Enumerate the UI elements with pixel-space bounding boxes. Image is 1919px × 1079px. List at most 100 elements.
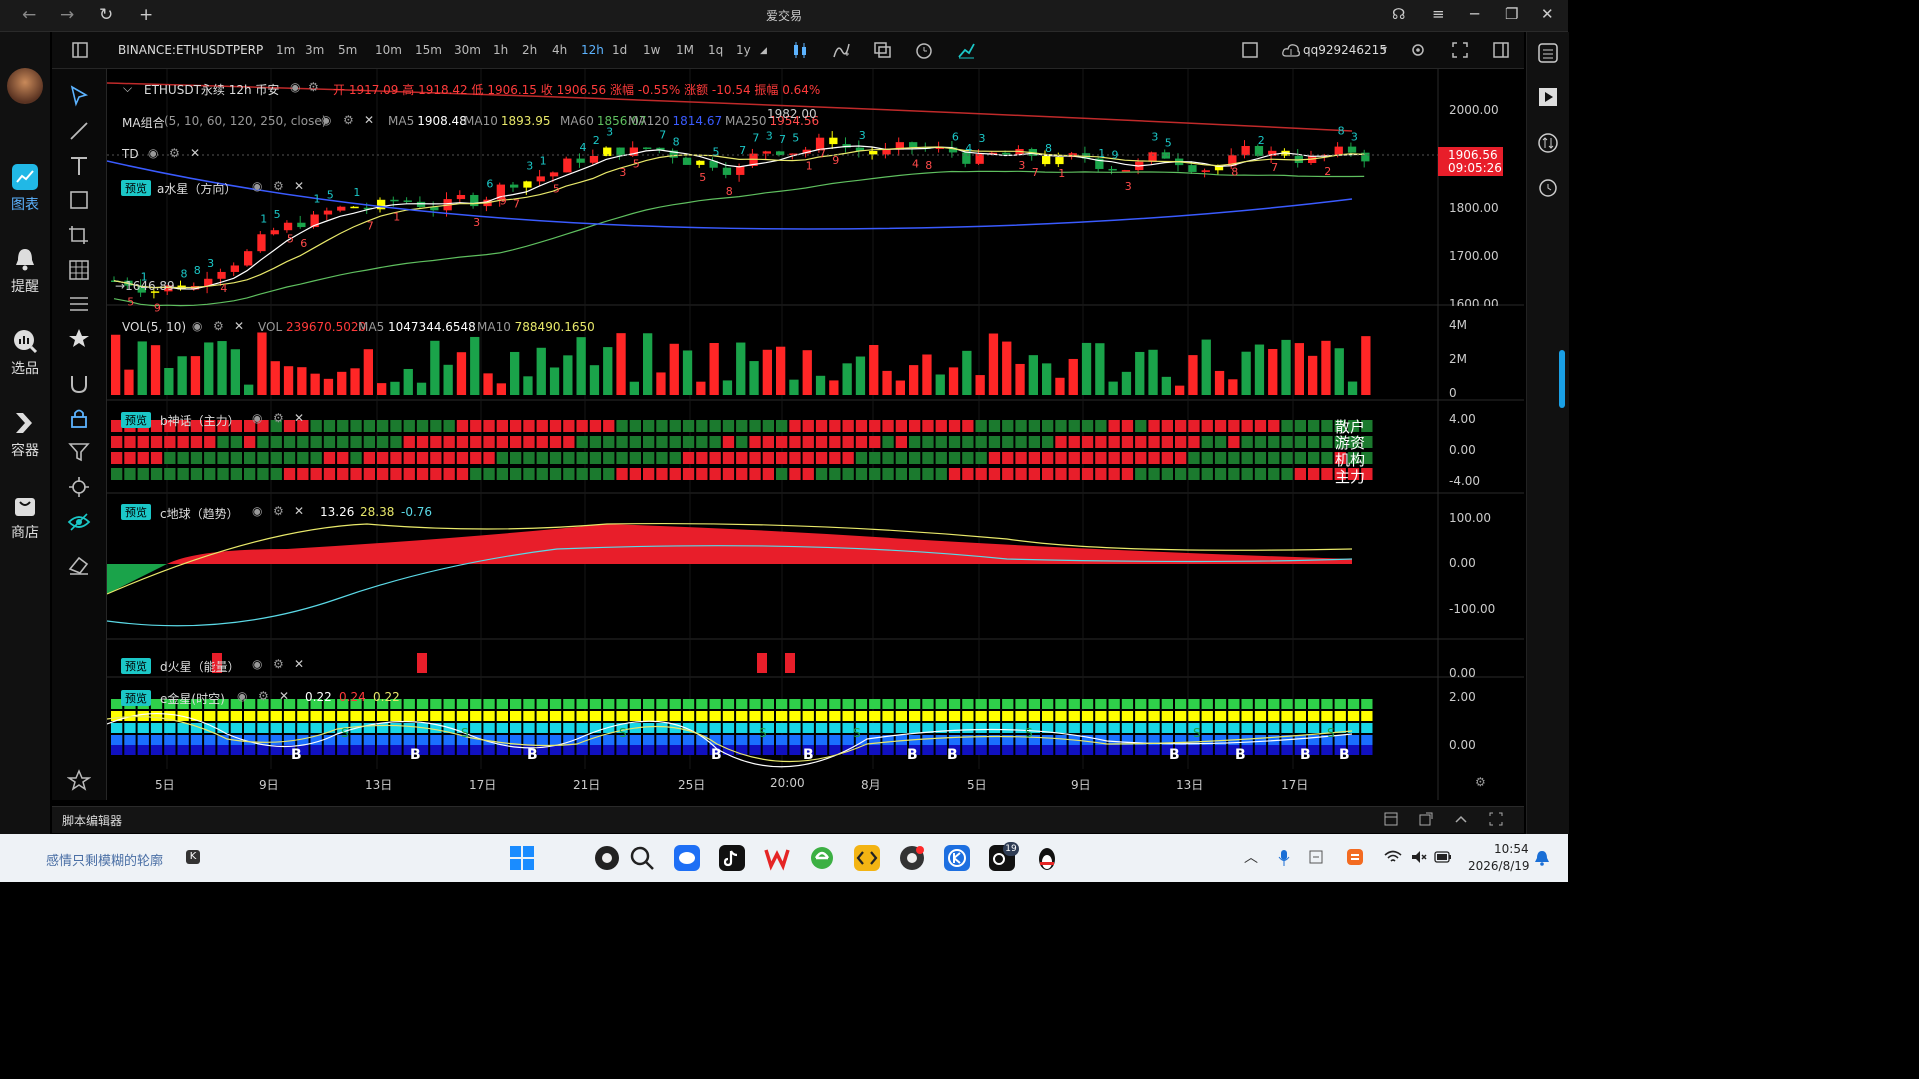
td-close-icon[interactable]: ✕ bbox=[190, 146, 200, 160]
td-gear-icon[interactable]: ⚙ bbox=[169, 146, 180, 160]
browser-icon[interactable] bbox=[808, 844, 836, 872]
chat-app-icon[interactable] bbox=[673, 844, 701, 872]
ma-gear-icon[interactable]: ⚙ bbox=[343, 113, 354, 127]
c-eye-icon[interactable]: ◉ bbox=[252, 504, 262, 518]
microphone-icon[interactable] bbox=[1277, 849, 1291, 867]
maximize-panel-icon[interactable] bbox=[1489, 812, 1503, 826]
timeframe-1q[interactable]: 1q bbox=[708, 43, 723, 57]
nav-item-select[interactable]: 选品 bbox=[0, 328, 50, 378]
c-close-icon[interactable]: ✕ bbox=[294, 504, 304, 518]
trend-draw-icon[interactable] bbox=[957, 41, 975, 59]
candle-type-icon[interactable] bbox=[792, 41, 808, 59]
save-icon[interactable] bbox=[1384, 812, 1398, 826]
timeframe-1m[interactable]: 1m bbox=[276, 43, 295, 57]
settings-icon[interactable] bbox=[1410, 42, 1426, 58]
indicator-icon[interactable] bbox=[832, 41, 850, 59]
timeframe-30m[interactable]: 30m bbox=[454, 43, 481, 57]
timeframe-1M[interactable]: 1M bbox=[676, 43, 694, 57]
ma-eye-icon[interactable]: ◉ bbox=[321, 113, 331, 127]
crosshair-icon[interactable] bbox=[67, 476, 91, 498]
layout-icon[interactable] bbox=[1242, 42, 1258, 58]
timeframe-12h[interactable]: 12h bbox=[581, 43, 604, 57]
b-gear-icon[interactable]: ⚙ bbox=[273, 411, 284, 425]
volume-muted-icon[interactable] bbox=[1410, 849, 1428, 865]
script-editor-label[interactable]: 脚本编辑器 bbox=[62, 812, 122, 829]
timeframe-1y[interactable]: 1y bbox=[736, 43, 751, 57]
c-gear-icon[interactable]: ⚙ bbox=[273, 504, 284, 518]
b-eye-icon[interactable]: ◉ bbox=[252, 411, 262, 425]
sidebar-toggle-icon[interactable] bbox=[72, 42, 88, 58]
symbol-selector[interactable]: BINANCE:ETHUSDTPERP bbox=[118, 43, 263, 57]
lock-icon[interactable] bbox=[67, 407, 91, 429]
d-gear-icon[interactable]: ⚙ bbox=[273, 657, 284, 671]
code-app-icon[interactable] bbox=[853, 844, 881, 872]
rectangle-icon[interactable] bbox=[67, 189, 91, 211]
avatar[interactable] bbox=[7, 68, 43, 104]
crop-icon[interactable] bbox=[67, 224, 91, 246]
timeframe-2h[interactable]: 2h bbox=[522, 43, 537, 57]
play-icon[interactable] bbox=[1537, 86, 1559, 108]
media-app-icon[interactable]: K bbox=[186, 850, 200, 864]
swap-icon[interactable] bbox=[1537, 132, 1559, 154]
alert-clock-icon[interactable] bbox=[915, 41, 933, 59]
notification-bell-icon[interactable] bbox=[1534, 850, 1550, 866]
td-eye-icon[interactable]: ◉ bbox=[148, 146, 158, 160]
visibility-eye-icon[interactable]: ◉ bbox=[290, 80, 300, 94]
e-eye-icon[interactable]: ◉ bbox=[237, 689, 247, 703]
settings-gear-icon[interactable]: ⚙ bbox=[308, 80, 319, 94]
eye-icon[interactable] bbox=[67, 511, 91, 533]
timeframe-4h[interactable]: 4h bbox=[552, 43, 567, 57]
ma-close-icon[interactable]: ✕ bbox=[364, 113, 374, 127]
obs-icon[interactable] bbox=[898, 844, 926, 872]
minimize-button[interactable]: ─ bbox=[1470, 5, 1479, 23]
media-title[interactable]: 感情只剩模糊的轮廓 bbox=[46, 850, 163, 869]
restore-button[interactable]: ❐ bbox=[1505, 5, 1518, 23]
timeframe-1d[interactable]: 1d bbox=[612, 43, 627, 57]
collapse-caret-icon[interactable]: ⌵ bbox=[123, 81, 132, 96]
favorite-star-icon[interactable] bbox=[67, 769, 91, 791]
cursor-icon[interactable] bbox=[67, 85, 91, 107]
clock-date[interactable]: 2026/8/19 bbox=[1468, 859, 1530, 873]
compare-icon[interactable] bbox=[873, 41, 891, 59]
right-panel-icon[interactable] bbox=[1493, 42, 1509, 58]
nav-item-chart[interactable]: 图表 bbox=[0, 164, 50, 214]
timeframe-1w[interactable]: 1w bbox=[643, 43, 660, 57]
list-icon[interactable] bbox=[1537, 42, 1559, 64]
user-caret[interactable]: ▾ bbox=[1382, 44, 1387, 55]
e-gear-icon[interactable]: ⚙ bbox=[258, 689, 269, 703]
pinwheel-app-icon[interactable] bbox=[593, 844, 621, 872]
close-button[interactable]: ✕ bbox=[1541, 5, 1554, 23]
more-timeframes-button[interactable]: ◢ bbox=[760, 46, 767, 56]
qq-penguin-icon[interactable] bbox=[1033, 844, 1061, 872]
grid-icon[interactable] bbox=[67, 259, 91, 281]
vol-eye-icon[interactable]: ◉ bbox=[192, 319, 202, 333]
search-taskbar-icon[interactable] bbox=[628, 844, 656, 872]
nav-item-container[interactable]: 容器 bbox=[0, 410, 50, 460]
wifi-icon[interactable] bbox=[1384, 849, 1402, 865]
vol-gear-icon[interactable]: ⚙ bbox=[213, 319, 224, 333]
filter-icon[interactable] bbox=[67, 441, 91, 463]
eraser-icon[interactable] bbox=[67, 554, 91, 576]
scrollbar-thumb[interactable] bbox=[1559, 350, 1565, 408]
windows-start-icon[interactable] bbox=[508, 844, 536, 872]
chart-area[interactable]: 5198834155615171369731542335785587737517… bbox=[107, 69, 1524, 800]
star-icon[interactable] bbox=[67, 327, 91, 349]
cloud-icon[interactable] bbox=[1282, 42, 1300, 58]
ime-icon[interactable] bbox=[1308, 849, 1324, 865]
text-tool-icon[interactable] bbox=[67, 155, 91, 177]
timeframe-15m[interactable]: 15m bbox=[415, 43, 442, 57]
a-gear-icon[interactable]: ⚙ bbox=[273, 179, 284, 193]
history-clock-icon[interactable] bbox=[1537, 176, 1559, 198]
trendline-icon[interactable] bbox=[67, 120, 91, 142]
tray-chevron-icon[interactable]: ︿ bbox=[1244, 847, 1258, 867]
headset-icon[interactable]: ☊ bbox=[1392, 5, 1405, 23]
d-close-icon[interactable]: ✕ bbox=[294, 657, 304, 671]
timeframe-5m[interactable]: 5m bbox=[338, 43, 357, 57]
magnet-icon[interactable] bbox=[67, 373, 91, 395]
k-app-icon[interactable] bbox=[943, 844, 971, 872]
timeframe-3m[interactable]: 3m bbox=[305, 43, 324, 57]
timeframe-1h[interactable]: 1h bbox=[493, 43, 508, 57]
user-account[interactable]: qq929246215 bbox=[1303, 43, 1387, 57]
timeframe-10m[interactable]: 10m bbox=[375, 43, 402, 57]
fullscreen-icon[interactable] bbox=[1452, 42, 1468, 58]
